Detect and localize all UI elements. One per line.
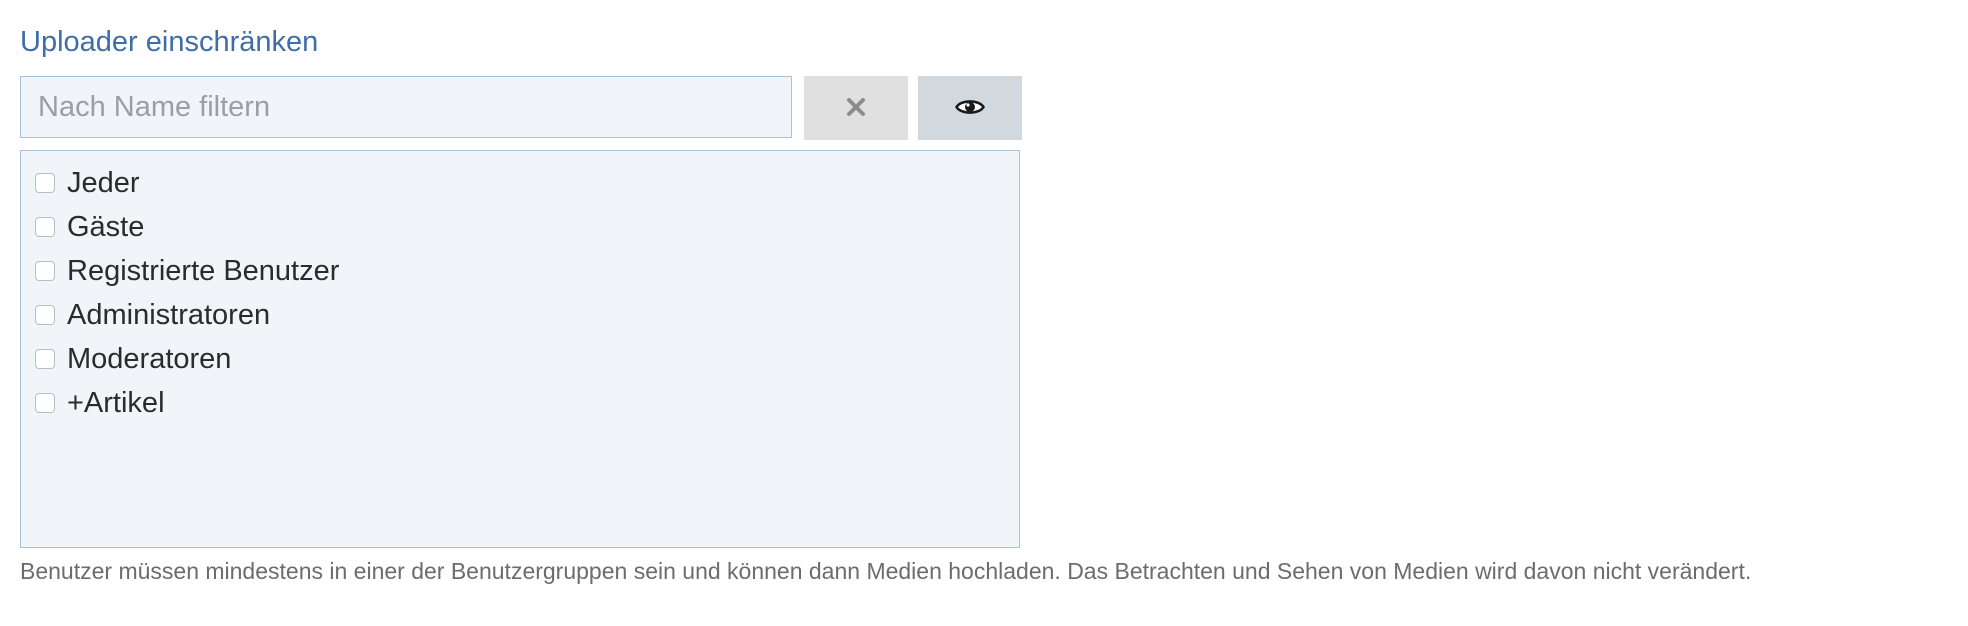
group-label: Registrierte Benutzer	[67, 254, 340, 287]
group-checkbox[interactable]	[35, 305, 55, 325]
list-item[interactable]: Registrierte Benutzer	[21, 249, 1019, 293]
group-checkbox[interactable]	[35, 261, 55, 281]
group-checkbox[interactable]	[35, 173, 55, 193]
list-item[interactable]: Administratoren	[21, 293, 1019, 337]
clear-filter-button[interactable]	[804, 76, 908, 140]
section-title: Uploader einschränken	[20, 26, 319, 58]
group-checkbox[interactable]	[35, 393, 55, 413]
group-label: Administratoren	[67, 298, 271, 331]
list-item[interactable]: Moderatoren	[21, 337, 1019, 381]
group-label: +Artikel	[67, 386, 165, 419]
group-checkbox[interactable]	[35, 217, 55, 237]
eye-icon	[954, 97, 986, 120]
user-group-list: Jeder Gäste Registrierte Benutzer Admini…	[20, 150, 1020, 548]
group-label: Jeder	[67, 166, 140, 199]
list-item[interactable]: Gäste	[21, 205, 1019, 249]
show-selected-button[interactable]	[918, 76, 1022, 140]
close-x-icon	[846, 97, 866, 120]
list-item[interactable]: Jeder	[21, 161, 1019, 205]
list-item[interactable]: +Artikel	[21, 381, 1019, 425]
help-text: Benutzer müssen mindestens in einer der …	[20, 558, 1752, 584]
group-checkbox[interactable]	[35, 349, 55, 369]
group-label: Gäste	[67, 210, 145, 243]
group-label: Moderatoren	[67, 342, 232, 375]
name-filter-input[interactable]	[20, 76, 792, 138]
